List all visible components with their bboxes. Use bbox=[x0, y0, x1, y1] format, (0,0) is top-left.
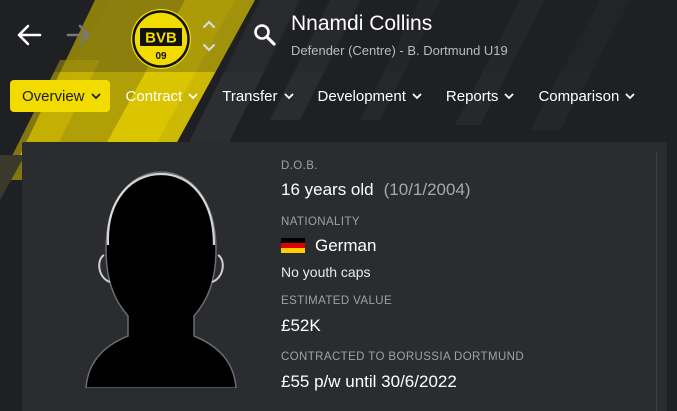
contract-value: £55 p/w until 30/6/2022 bbox=[281, 372, 457, 391]
arrow-right-icon bbox=[66, 24, 91, 46]
badge-text: BVB bbox=[145, 30, 177, 47]
nationality-label: NATIONALITY bbox=[281, 216, 360, 228]
top-bar: BVB 09 Nnamdi Collins Defender (Centre) … bbox=[0, 0, 677, 72]
tab-label: Transfer bbox=[222, 87, 278, 105]
tab-label: Comparison bbox=[538, 87, 620, 105]
tab-contract[interactable]: Contract bbox=[116, 80, 209, 112]
panel-divider bbox=[656, 152, 657, 411]
tab-bar: Overview Contract Transfer Development R… bbox=[10, 80, 649, 112]
player-position-club[interactable]: Defender (Centre) - B. Dortmund U19 bbox=[291, 43, 508, 58]
search-button[interactable] bbox=[252, 22, 280, 50]
chevron-down-icon bbox=[625, 93, 635, 100]
dob-date: (10/1/2004) bbox=[383, 180, 471, 199]
chevron-down-icon bbox=[284, 93, 294, 100]
nationality-text: German bbox=[315, 236, 377, 255]
tab-label: Reports bbox=[445, 87, 499, 105]
youth-caps: No youth caps bbox=[281, 264, 371, 280]
chevron-down-icon bbox=[91, 93, 101, 100]
tab-overview[interactable]: Overview bbox=[10, 80, 110, 112]
player-profile-screen: BVB 09 Nnamdi Collins Defender (Centre) … bbox=[0, 0, 677, 411]
club-badge[interactable]: BVB 09 bbox=[130, 8, 192, 70]
club-stepper[interactable] bbox=[200, 20, 218, 52]
chevron-up-icon[interactable] bbox=[202, 20, 216, 29]
contract-label: CONTRACTED TO BORUSSIA DORTMUND bbox=[281, 351, 525, 363]
player-name: Nnamdi Collins bbox=[291, 12, 433, 35]
tab-reports[interactable]: Reports bbox=[436, 80, 525, 112]
dob-value: 16 years old (10/1/2004) bbox=[281, 180, 471, 200]
chevron-down-icon bbox=[412, 93, 422, 100]
dob-label: D.O.B. bbox=[281, 160, 318, 172]
age-value: 16 years old bbox=[281, 180, 374, 199]
tab-comparison[interactable]: Comparison bbox=[528, 80, 645, 112]
chevron-down-icon bbox=[188, 93, 198, 100]
forward-button[interactable] bbox=[64, 20, 94, 50]
estimated-value: £52K bbox=[281, 316, 321, 335]
chevron-down-icon[interactable] bbox=[202, 43, 216, 52]
arrow-left-icon bbox=[17, 24, 42, 46]
chevron-down-icon bbox=[504, 93, 514, 100]
tab-label: Development bbox=[317, 87, 406, 105]
german-flag-icon bbox=[281, 238, 305, 253]
badge-year: 09 bbox=[155, 51, 167, 62]
nationality-value[interactable]: German bbox=[281, 236, 376, 256]
back-button[interactable] bbox=[14, 20, 44, 50]
overview-panel: D.O.B. 16 years old (10/1/2004) NATIONALI… bbox=[22, 142, 667, 411]
tab-transfer[interactable]: Transfer bbox=[212, 80, 303, 112]
player-silhouette bbox=[85, 171, 237, 388]
search-icon bbox=[254, 24, 276, 46]
tab-development[interactable]: Development bbox=[308, 80, 432, 112]
estimated-value-label: ESTIMATED VALUE bbox=[281, 295, 393, 307]
tab-label: Contract bbox=[125, 87, 183, 105]
tab-label: Overview bbox=[22, 87, 85, 105]
